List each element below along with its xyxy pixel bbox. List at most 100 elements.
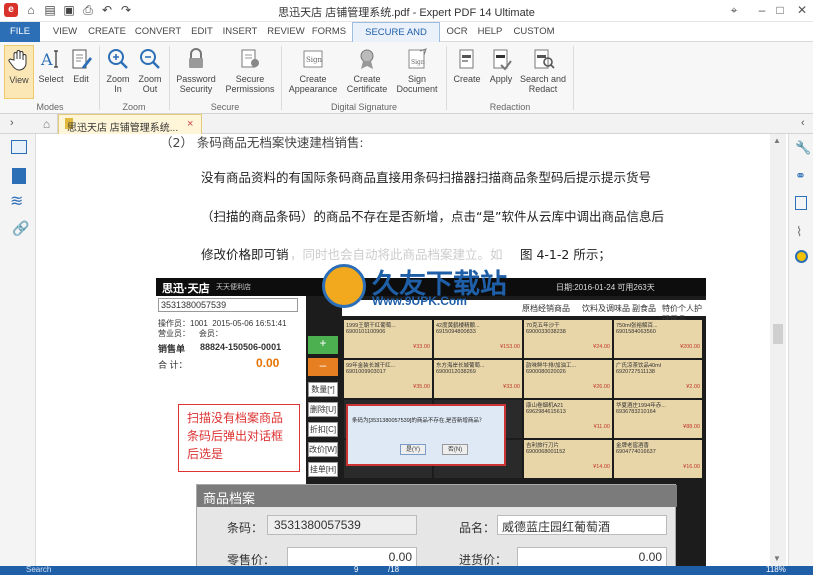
product-tile[interactable]: 东方海岸长城葡萄... 6900012038269 ¥33.00 [434, 360, 522, 398]
bookmarks-icon[interactable] [12, 168, 26, 184]
page-total: /18 [388, 566, 400, 574]
document-properties-icon[interactable] [795, 196, 807, 210]
lock-icon [189, 48, 203, 68]
product-tile[interactable]: 吉利旅行刀片 6900068001152 ¥14.00 [524, 440, 612, 478]
form-barcode-field[interactable]: 3531380057539 [267, 515, 417, 535]
thumbnails-icon[interactable] [11, 140, 27, 154]
scroll-down-icon[interactable]: ▼ [773, 554, 781, 563]
product-tile[interactable]: 康山卷烟机A21 6962984615613 ¥11.00 [524, 400, 612, 438]
pos-side-button[interactable]: 折扣[C] [308, 422, 338, 437]
document-tab-strip: › ⌂ 思迅天店 店铺管理系统... × ‹ [0, 114, 813, 134]
watermark-logo-icon [322, 264, 366, 308]
secure-permissions-button[interactable]: Secure Permissions [224, 45, 276, 99]
restore-icon[interactable]: ⌖ [724, 2, 744, 18]
menu-forms[interactable]: FORMS [310, 22, 348, 42]
pos-side-button[interactable]: 删除[U] [308, 402, 338, 417]
callout-box: 扫描没有档案商品条码后弹出对话框后选是 [178, 404, 300, 472]
pos-side-button[interactable]: 改价[W] [308, 442, 338, 457]
scroll-up-icon[interactable]: ▲ [773, 136, 781, 145]
product-tile-price: ¥26.00 [593, 384, 610, 390]
product-tile[interactable]: 韵味鲜牛排/加油工... 6900080020026 ¥26.00 [524, 360, 612, 398]
edit-mode-button[interactable]: Edit [68, 45, 94, 99]
pos-side-button[interactable]: 挂单[H] [308, 462, 338, 477]
doc-paragraph-2: （扫描的商品条码）的商品不存在是否新增，点击“是”软件从云库中调出商品信息后 [201, 209, 664, 224]
product-tile-name: 1999王朝干红葡萄... [346, 323, 396, 329]
menu-insert[interactable]: INSERT [220, 22, 260, 42]
select-mode-button[interactable]: A Select [37, 45, 65, 99]
sign-document-button[interactable]: Sign Sign Document [394, 45, 440, 99]
links-icon[interactable]: 🔗 [12, 220, 29, 237]
menu-custom[interactable]: CUSTOM [510, 22, 558, 42]
pos-datetime: 日期:2016-01-24 可用263天 [556, 283, 655, 292]
tools-icon[interactable]: 🔧 [795, 140, 811, 156]
product-tile-code: 6920727511138 [616, 369, 655, 375]
product-tile-name: 70克五年沙干 [526, 323, 560, 329]
binoculars-icon[interactable]: ⚭ [795, 168, 806, 184]
close-button[interactable]: ✕ [792, 2, 812, 18]
collapse-right-icon[interactable]: ‹ [801, 117, 805, 129]
plus-button[interactable]: + [308, 336, 338, 354]
page-number[interactable]: 9 [354, 566, 358, 574]
view-mode-button[interactable]: View [4, 45, 34, 99]
zoom-in-label: Zoom In [106, 74, 130, 94]
product-tile-name: 750ml张裕解百... [616, 323, 658, 329]
menu-review[interactable]: REVIEW [264, 22, 308, 42]
redaction-apply-button[interactable]: Apply [486, 45, 516, 99]
product-tile[interactable]: 99年金装长城干红... 6901009903017 ¥35.00 [344, 360, 432, 398]
search-and-redact-label: Search and Redact [519, 74, 567, 94]
menu-convert[interactable]: CONVERT [132, 22, 184, 42]
product-tile-name: 99年金装长城干红... [346, 363, 396, 369]
menu-create[interactable]: CREATE [86, 22, 128, 42]
certificate-badge-icon[interactable] [795, 250, 808, 263]
search-input[interactable]: Search [26, 566, 51, 574]
document-tab[interactable]: 思迅天店 店铺管理系统... × [58, 114, 202, 134]
scroll-thumb[interactable] [773, 324, 783, 344]
menu-secure-and-sign[interactable]: SECURE AND SIGN [352, 22, 440, 58]
product-tile-code: 6900080020026 [526, 369, 566, 375]
collapse-arrow-icon[interactable]: › [10, 117, 14, 129]
dialog-yes-button[interactable]: 是(Y) [400, 444, 426, 455]
ribbon-separator [169, 46, 170, 110]
form-barcode-label: 条码： [227, 521, 264, 535]
layers-icon[interactable]: ≋ [10, 194, 23, 210]
vertical-scrollbar[interactable]: ▲ ▼ [770, 134, 786, 566]
minus-button[interactable]: – [308, 358, 338, 376]
dialog-no-button[interactable]: 否(N) [442, 444, 468, 455]
zoom-out-button[interactable]: Zoom Out [135, 45, 165, 99]
product-tile[interactable]: 1999王朝干红葡萄... 6900101100906 ¥33.00 [344, 320, 432, 358]
form-price-field[interactable]: 0.00 [287, 547, 417, 566]
redaction-create-button[interactable]: Create [451, 45, 483, 99]
pos-tab[interactable]: 副食品 [632, 303, 656, 314]
create-certificate-button[interactable]: Create Certificate [343, 45, 391, 99]
product-tile[interactable]: 华夏酒庄1994年赤... 6936783210164 ¥88.00 [614, 400, 702, 438]
menu-edit[interactable]: EDIT [188, 22, 216, 42]
product-tile[interactable]: 750ml张裕解百... 6901584063560 ¥200.00 [614, 320, 702, 358]
minimize-button[interactable]: – [752, 2, 772, 18]
menu-help[interactable]: HELP [474, 22, 506, 42]
pos-barcode-input[interactable]: 3531380057539 [158, 298, 298, 312]
signature-appearance-icon: Sign [303, 50, 323, 68]
product-tile[interactable]: 广氏凉茶饮品40ml 6920727511138 ¥2.00 [614, 360, 702, 398]
pos-side-button[interactable]: 数量[*] [308, 382, 338, 397]
doc-paragraph-3c: 图 4-1-2 所示； [520, 247, 611, 262]
maximize-button[interactable]: □ [770, 2, 790, 18]
total-label: 合 计： [158, 360, 188, 370]
password-security-button[interactable]: Password Security [173, 45, 219, 99]
form-cost-field[interactable]: 0.00 [517, 547, 667, 566]
search-and-redact-button[interactable]: Search and Redact [519, 45, 567, 99]
pos-tab[interactable]: 原档经销商品 [522, 303, 570, 314]
zoom-in-button[interactable]: Zoom In [103, 45, 133, 99]
product-tile[interactable]: 70克五年沙干 6900033038238 ¥24.00 [524, 320, 612, 358]
zoom-level[interactable]: 118% [766, 566, 786, 574]
tab-close-icon[interactable]: × [187, 118, 193, 130]
product-tile[interactable]: 42度黄鹤楼精酿... 6915094800833 ¥153.00 [434, 320, 522, 358]
product-tile[interactable]: 金牌老窖酒香 6904774016637 ¥16.00 [614, 440, 702, 478]
create-appearance-button[interactable]: Sign Create Appearance [286, 45, 340, 99]
home-tab-icon[interactable]: ⌂ [36, 114, 58, 134]
form-name-field[interactable]: 威德蓝庄园红葡萄酒 [497, 515, 667, 535]
menu-ocr[interactable]: OCR [444, 22, 470, 42]
menu-view[interactable]: VIEW [48, 22, 82, 42]
pos-tab[interactable]: 饮料及调味品 [582, 303, 630, 314]
menu-file[interactable]: FILE [0, 22, 40, 42]
attachment-icon[interactable]: ⌇ [796, 224, 802, 240]
